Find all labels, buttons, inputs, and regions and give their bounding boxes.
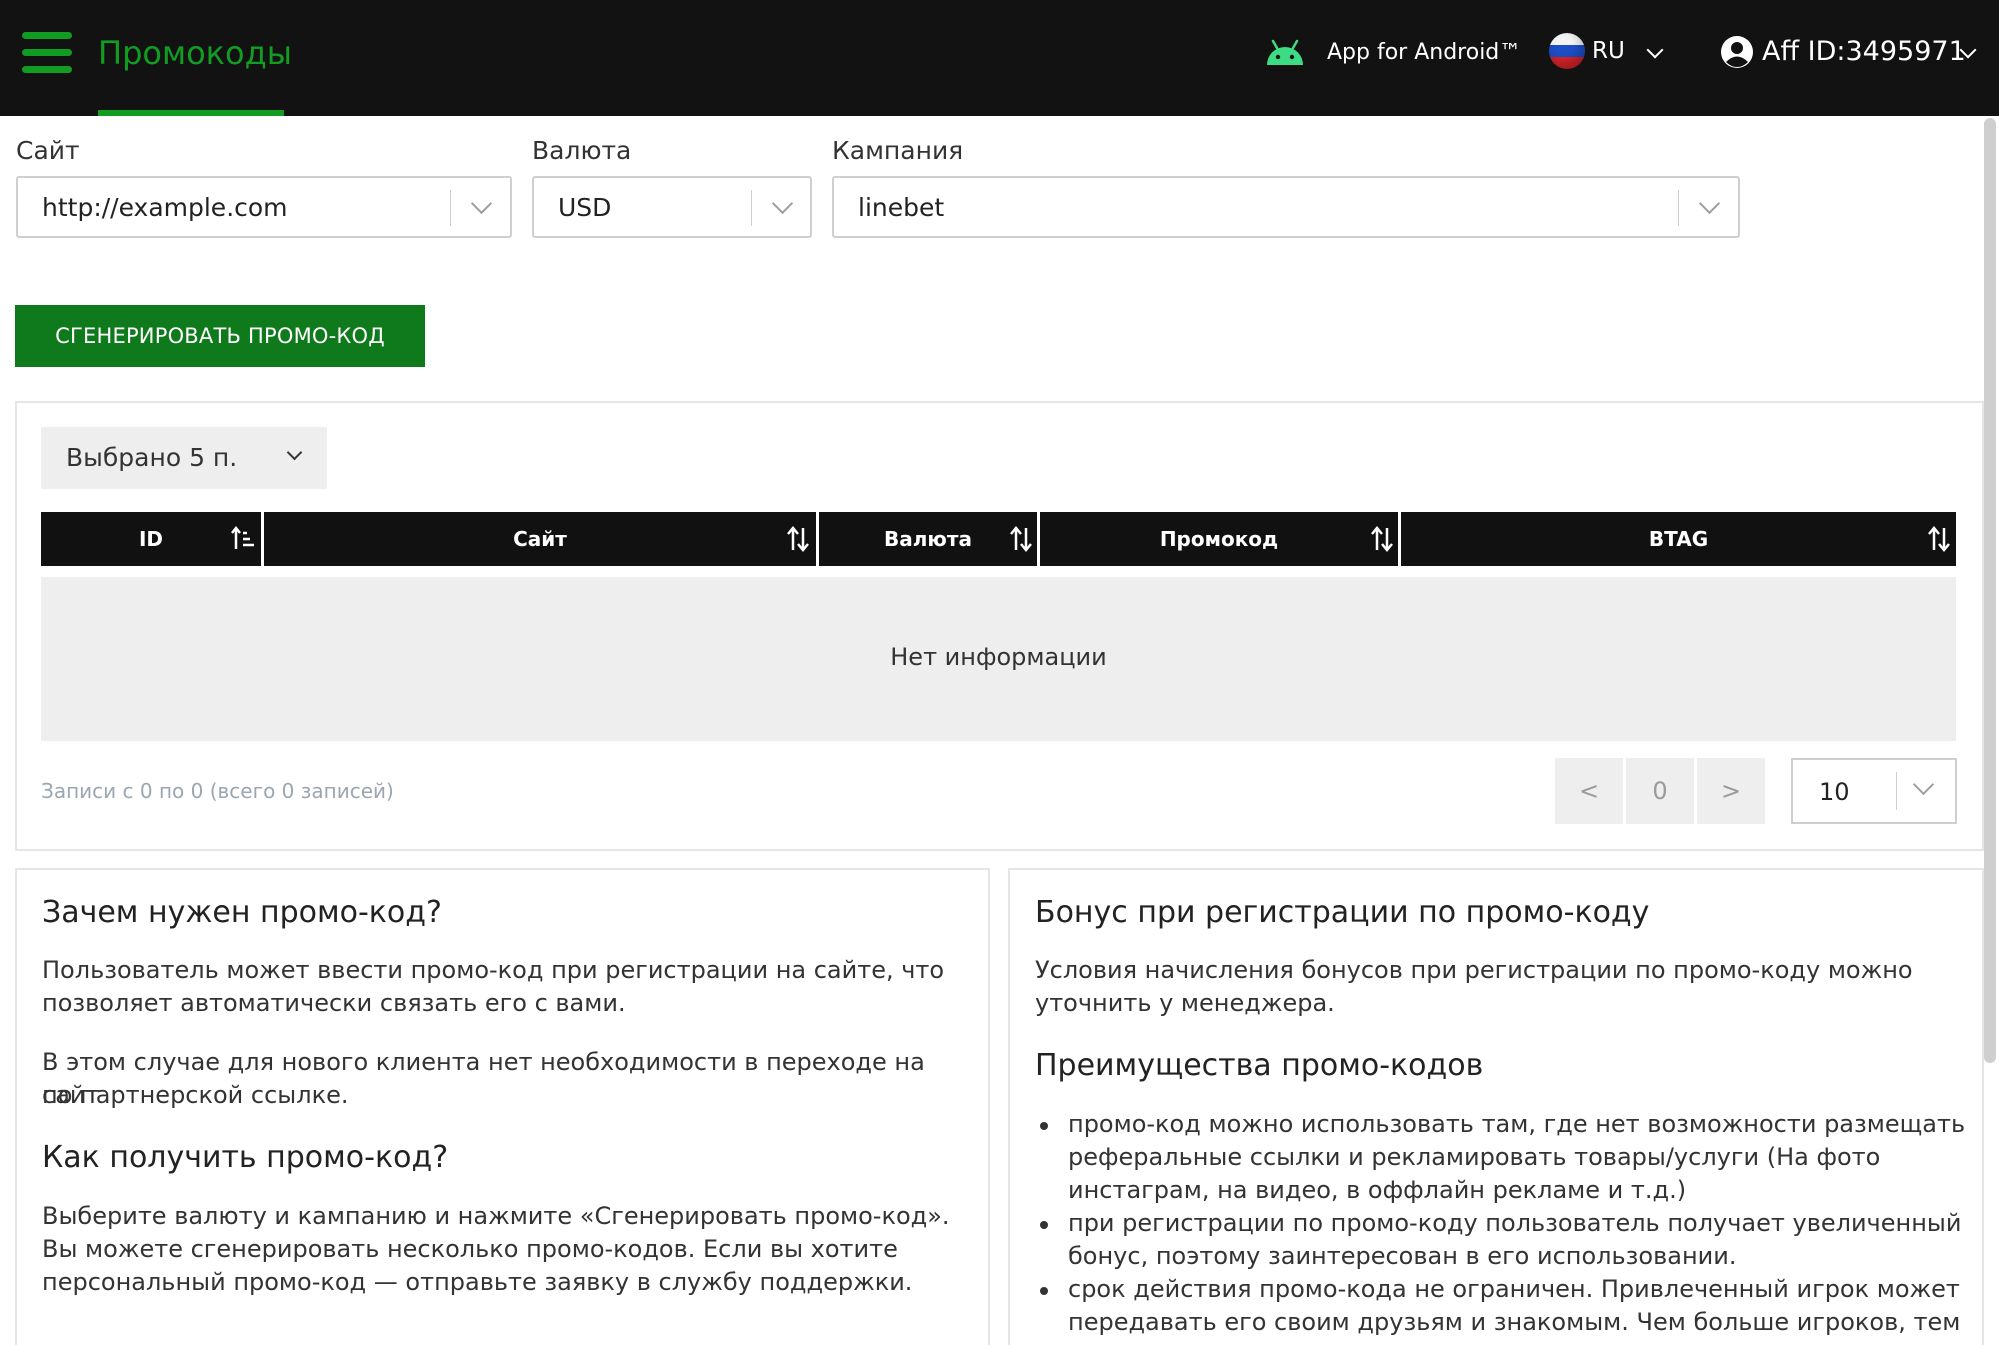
column-selector[interactable]: Выбрано 5 п. xyxy=(41,427,327,489)
site-value: http://example.com xyxy=(42,193,288,222)
page-title: Промокоды xyxy=(98,34,292,72)
rows-per-page-value: 10 xyxy=(1819,778,1850,806)
pagination-prev-button[interactable]: < xyxy=(1555,758,1623,824)
chevron-down-icon xyxy=(470,192,493,215)
empty-table-message: Нет информации xyxy=(41,577,1956,741)
affiliate-id[interactable]: Aff ID:3495971 xyxy=(1762,36,1966,67)
records-summary: Записи с 0 по 0 (всего 0 записей) xyxy=(41,779,394,803)
russia-flag-icon[interactable] xyxy=(1549,33,1585,69)
site-select[interactable]: http://example.com xyxy=(16,176,512,238)
paragraph: Пользователь может ввести промо-код при … xyxy=(42,956,945,984)
section-heading: Как получить промо-код? xyxy=(42,1140,449,1175)
currency-label: Валюта xyxy=(532,136,632,165)
sort-ascending-icon[interactable] xyxy=(231,525,255,553)
pagination-next-button[interactable]: > xyxy=(1697,758,1765,824)
sort-icon[interactable] xyxy=(1927,525,1951,553)
info-panel-why-promo: Зачем нужен промо-код? Пользователь може… xyxy=(15,868,990,1345)
campaign-select[interactable]: linebet xyxy=(832,176,1740,238)
scrollbar[interactable] xyxy=(1984,118,1996,1063)
currency-value: USD xyxy=(558,193,612,222)
site-label: Сайт xyxy=(16,136,80,165)
chevron-down-icon[interactable] xyxy=(1646,41,1664,59)
advantages-list: промо-код можно использовать там, где не… xyxy=(1035,1108,1965,1339)
rows-per-page-select[interactable]: 10 xyxy=(1791,758,1957,824)
section-heading: Бонус при регистрации по промо-коду xyxy=(1035,895,1650,930)
column-header-currency[interactable]: Валюта xyxy=(819,512,1037,566)
paragraph: Выберите валюту и кампанию и нажмите «Сг… xyxy=(42,1202,950,1230)
paragraph: персональный промо-код — отправьте заявк… xyxy=(42,1268,913,1296)
info-panel-bonus: Бонус при регистрации по промо-коду Усло… xyxy=(1008,868,1984,1345)
sort-icon[interactable] xyxy=(1370,525,1394,553)
chevron-down-icon xyxy=(286,444,303,461)
column-header-site[interactable]: Сайт xyxy=(264,512,816,566)
paragraph: по партнерской ссылке. xyxy=(42,1081,349,1109)
pagination-current-page[interactable]: 0 xyxy=(1626,758,1694,824)
section-heading: Преимущества промо-кодов xyxy=(1035,1048,1484,1083)
currency-select[interactable]: USD xyxy=(532,176,812,238)
top-bar: Промокоды App for Android™ RU Aff ID:349… xyxy=(0,0,1999,116)
column-header-id[interactable]: ID xyxy=(41,512,261,566)
column-selector-value: Выбрано 5 п. xyxy=(66,443,238,472)
language-selector[interactable]: RU xyxy=(1592,38,1625,64)
generate-promo-code-button[interactable]: СГЕНЕРИРОВАТЬ ПРОМО-КОД xyxy=(15,305,425,367)
menu-icon[interactable] xyxy=(22,32,72,74)
column-header-btag[interactable]: BTAG xyxy=(1401,512,1956,566)
paragraph: позволяет автоматически связать его с ва… xyxy=(42,989,626,1017)
list-item: при регистрации по промо-коду пользовате… xyxy=(1035,1207,1965,1273)
list-item: промо-код можно использовать там, где не… xyxy=(1035,1108,1965,1207)
sort-icon[interactable] xyxy=(786,525,810,553)
section-heading: Зачем нужен промо-код? xyxy=(42,895,442,930)
table-header: ID Сайт Валюта Промокод BTAG xyxy=(41,512,1956,566)
paragraph: уточнить у менеджера. xyxy=(1035,989,1335,1017)
paragraph: Условия начисления бонусов при регистрац… xyxy=(1035,956,1913,984)
column-header-promo-code[interactable]: Промокод xyxy=(1040,512,1398,566)
chevron-down-icon xyxy=(771,192,794,215)
android-icon[interactable] xyxy=(1264,36,1306,66)
user-icon[interactable] xyxy=(1720,35,1754,69)
campaign-value: linebet xyxy=(858,193,945,222)
chevron-down-icon xyxy=(1912,773,1935,796)
list-item: срок действия промо-кода не ограничен. П… xyxy=(1035,1273,1965,1339)
paragraph: Вы можете сгенерировать несколько промо-… xyxy=(42,1235,898,1263)
sort-icon[interactable] xyxy=(1009,525,1033,553)
android-app-link[interactable]: App for Android™ xyxy=(1327,40,1521,65)
active-tab-indicator xyxy=(98,110,284,116)
campaign-label: Кампания xyxy=(832,136,964,165)
chevron-down-icon xyxy=(1698,192,1721,215)
